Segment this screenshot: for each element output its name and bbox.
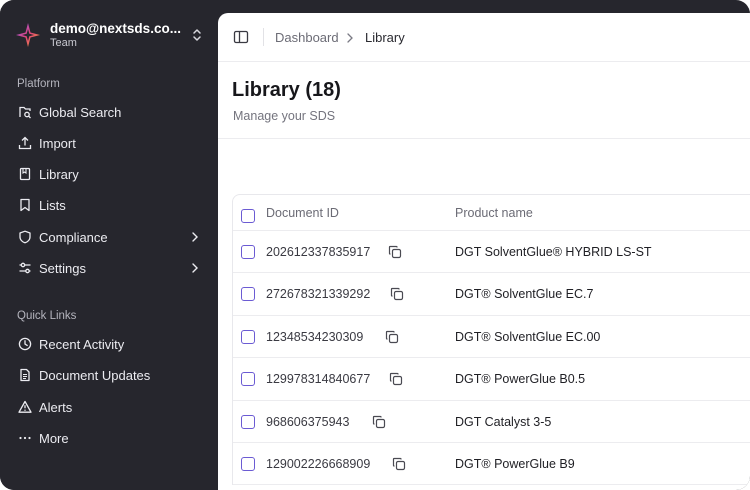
copy-icon[interactable]: [388, 245, 402, 259]
product-name: DGT® PowerGlue B0.5: [455, 372, 586, 387]
row-checkbox[interactable]: [241, 287, 255, 302]
row-checkbox[interactable]: [241, 245, 255, 259]
chevrons-up-down-icon: [190, 25, 204, 45]
document-id: 12348534230309: [266, 329, 364, 344]
table-row[interactable]: 129978314840677 DGT® PowerGlue B0.5: [233, 358, 750, 401]
platform-section-label: Platform: [17, 78, 60, 90]
account-team: Team: [50, 37, 77, 49]
select-all-checkbox[interactable]: [241, 209, 255, 223]
table-header-row: Document ID Product name: [233, 195, 750, 231]
sidebar-item-label: Document Updates: [39, 367, 151, 383]
table-row[interactable]: 129002226668909 DGT® PowerGlue B9: [233, 443, 750, 486]
document-icon: [18, 368, 32, 382]
clock-icon: [18, 337, 32, 351]
chevron-right-icon: [345, 31, 355, 43]
account-email: demo@nextsds.co...: [50, 21, 181, 36]
divider: [218, 138, 750, 139]
book-icon: [18, 167, 32, 181]
top-bar: Dashboard Library: [218, 13, 750, 62]
product-name: DGT SolventGlue® HYBRID LS-ST: [455, 245, 652, 259]
alert-triangle-icon: [18, 400, 32, 414]
breadcrumb-dashboard-link[interactable]: Dashboard: [275, 30, 339, 45]
chevron-right-icon: [188, 230, 202, 244]
document-id: 129002226668909: [266, 456, 371, 471]
document-id: 272678321339292: [266, 287, 371, 302]
document-id: 968606375943: [266, 414, 350, 429]
sidebar-item-label: Alerts: [39, 399, 73, 415]
sidebar-item-lists[interactable]: Lists: [10, 191, 208, 219]
upload-icon: [18, 136, 32, 150]
sidebar-item-global-search[interactable]: Global Search: [10, 98, 208, 126]
sidebar-item-label: Lists: [39, 197, 66, 213]
page-title: Library (18): [232, 79, 341, 101]
shield-icon: [18, 230, 32, 244]
breadcrumb-current: Library: [365, 30, 405, 45]
sidebar-item-more[interactable]: More: [10, 424, 208, 452]
divider: [263, 28, 264, 46]
sidebar: demo@nextsds.co... Team Platform Global …: [0, 0, 218, 490]
sidebar-item-label: Import: [39, 135, 76, 151]
sidebar-item-compliance[interactable]: Compliance: [10, 223, 208, 251]
sidebar-item-recent-activity[interactable]: Recent Activity: [10, 330, 208, 358]
sidebar-item-label: Recent Activity: [39, 336, 125, 352]
sidebar-item-label: Settings: [39, 260, 86, 276]
chevron-right-icon: [188, 261, 202, 275]
column-header-document-id: Document ID: [266, 206, 339, 220]
sidebar-item-library[interactable]: Library: [10, 160, 208, 188]
sidebar-item-import[interactable]: Import: [10, 129, 208, 157]
sidebar-toggle-icon[interactable]: [233, 29, 249, 45]
row-checkbox[interactable]: [241, 414, 255, 429]
row-checkbox[interactable]: [241, 456, 255, 471]
sidebar-item-alerts[interactable]: Alerts: [10, 393, 208, 421]
account-switcher[interactable]: demo@nextsds.co... Team: [14, 18, 204, 52]
documents-table: Document ID Product name 202612337835917…: [232, 194, 750, 486]
document-id: 202612337835917: [266, 245, 371, 259]
quick-links-section-label: Quick Links: [17, 310, 77, 322]
search-doc-icon: [18, 105, 32, 119]
ellipsis-icon: [18, 431, 32, 445]
table-row[interactable]: 272678321339292 DGT® SolventGlue EC.7: [233, 273, 750, 316]
table-row[interactable]: 968606375943 DGT Catalyst 3-5: [233, 401, 750, 443]
nextsds-logo-icon: [14, 21, 42, 49]
copy-icon[interactable]: [372, 415, 386, 429]
main-content: Dashboard Library Library (18) Manage yo…: [218, 13, 750, 490]
sidebar-item-label: Compliance: [39, 229, 108, 245]
page-subtitle: Manage your SDS: [233, 109, 336, 123]
copy-icon[interactable]: [385, 330, 399, 344]
sidebar-item-settings[interactable]: Settings: [10, 254, 208, 282]
product-name: DGT Catalyst 3-5: [455, 414, 552, 429]
row-checkbox[interactable]: [241, 329, 255, 344]
copy-icon[interactable]: [389, 372, 403, 386]
table-row[interactable]: 12348534230309 DGT® SolventGlue EC.00: [233, 316, 750, 359]
copy-icon[interactable]: [392, 457, 406, 471]
sidebar-item-label: More: [39, 430, 69, 446]
product-name: DGT® PowerGlue B9: [455, 456, 575, 471]
product-name: DGT® SolventGlue EC.00: [455, 329, 601, 344]
sliders-icon: [18, 261, 32, 275]
copy-icon[interactable]: [390, 287, 404, 301]
product-name: DGT® SolventGlue EC.7: [455, 287, 594, 302]
bookmark-icon: [18, 198, 32, 212]
row-checkbox[interactable]: [241, 372, 255, 387]
sidebar-item-document-updates[interactable]: Document Updates: [10, 361, 208, 389]
app-window: demo@nextsds.co... Team Platform Global …: [0, 0, 750, 490]
column-header-product-name: Product name: [455, 206, 533, 220]
document-id: 129978314840677: [266, 372, 371, 387]
sidebar-item-label: Global Search: [39, 104, 122, 120]
table-row[interactable]: 202612337835917 DGT SolventGlue® HYBRID …: [233, 231, 750, 274]
sidebar-item-label: Library: [39, 166, 79, 182]
